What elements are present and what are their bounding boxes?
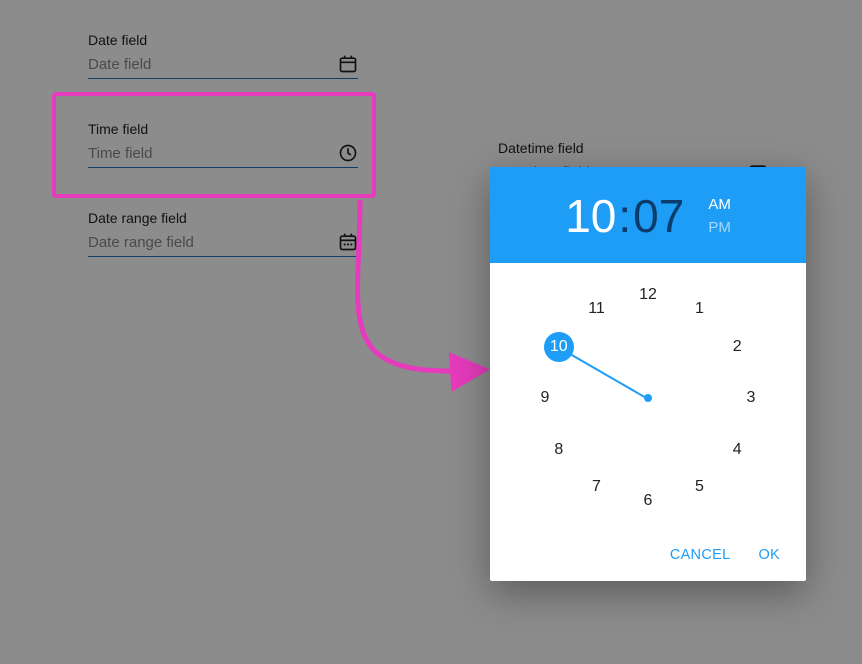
time-colon: : <box>618 189 631 243</box>
am-toggle[interactable]: AM <box>708 196 731 213</box>
clock-hour-10[interactable]: 10 <box>544 332 574 362</box>
clock-hour-6[interactable]: 6 <box>633 486 663 516</box>
dialog-actions: CANCEL OK <box>490 533 806 581</box>
clock-hour-9[interactable]: 9 <box>530 383 560 413</box>
time-hour-display[interactable]: 10 <box>565 189 616 243</box>
ok-button[interactable]: OK <box>758 547 780 563</box>
time-picker-dialog: 10 : 07 AM PM 12 12 3 45678 9 10 11 CANCEL OK <box>490 167 806 581</box>
clock-hour-7[interactable]: 7 <box>582 472 612 502</box>
clock-hour-11[interactable]: 11 <box>582 294 612 324</box>
clock-hour-8[interactable]: 8 <box>544 435 574 465</box>
clock-face-area: 12 12 3 45678 9 10 11 <box>490 263 806 533</box>
clock-center-dot <box>644 394 652 402</box>
clock-hour-4[interactable]: 4 <box>722 435 752 465</box>
clock-hour-1[interactable]: 1 <box>685 294 715 324</box>
clock-hand <box>570 353 649 400</box>
clock-hour-3[interactable]: 3 <box>736 383 766 413</box>
clock-hour-12[interactable]: 12 <box>633 280 663 310</box>
time-picker-header: 10 : 07 AM PM <box>490 167 806 263</box>
cancel-button[interactable]: CANCEL <box>670 547 731 563</box>
time-minute-display[interactable]: 07 <box>633 189 684 243</box>
clock-hour-2[interactable]: 2 <box>722 332 752 362</box>
clock-hour-5[interactable]: 5 <box>685 472 715 502</box>
clock-face[interactable]: 12 12 3 45678 9 10 11 <box>533 283 763 513</box>
pm-toggle[interactable]: PM <box>708 219 731 236</box>
